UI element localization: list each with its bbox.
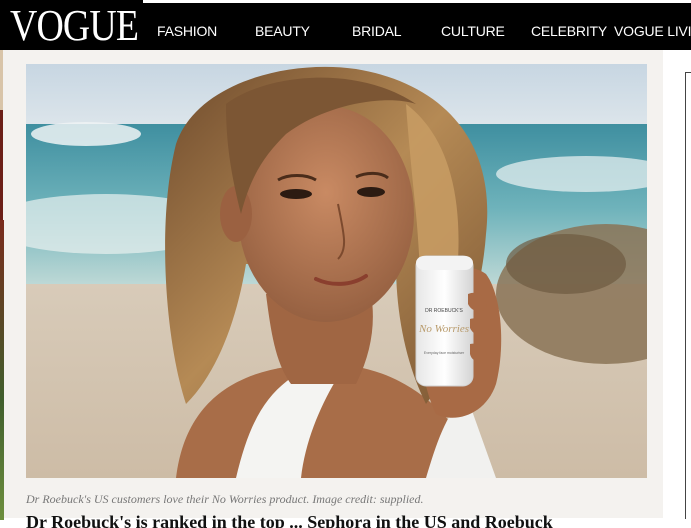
hero-photo-illustration: DR ROEBUCK'S No Worries Everyday face mo… [26, 64, 647, 478]
product-subtext: Everyday face moisturiser [424, 351, 465, 355]
top-nav-bar: VOGUE FASHION BEAUTY BRIDAL CULTURE CELE… [0, 0, 691, 50]
article-paragraph-partial: Dr Roebuck's is ranked in the top ... Se… [26, 512, 553, 528]
image-caption: Dr Roebuck's US customers love their No … [26, 492, 424, 506]
product-brand-text: DR ROEBUCK'S [425, 308, 463, 314]
sidebar-ad-frame [685, 72, 691, 519]
left-gutter-accent-green [0, 220, 4, 520]
nav-item-culture[interactable]: CULTURE [441, 22, 505, 40]
nav-item-celebrity[interactable]: CELEBRITY [531, 22, 607, 40]
left-gutter [0, 50, 10, 520]
product-name-text: No Worries [418, 323, 469, 335]
nav-item-beauty[interactable]: BEAUTY [255, 22, 310, 40]
left-gutter-accent-red [0, 110, 3, 220]
nav-item-vogue-living[interactable]: VOGUE LIVIN [614, 22, 691, 40]
article-body: DR ROEBUCK'S No Worries Everyday face mo… [10, 50, 663, 528]
right-sidebar [663, 50, 691, 519]
nav-menu: FASHION BEAUTY BRIDAL CULTURE CELEBRITY … [0, 0, 691, 50]
nav-item-fashion[interactable]: FASHION [157, 22, 217, 40]
left-gutter-accent-top [0, 50, 3, 110]
nav-item-bridal[interactable]: BRIDAL [352, 22, 402, 40]
article-hero-image: DR ROEBUCK'S No Worries Everyday face mo… [26, 64, 647, 478]
top-edge-strip [143, 0, 691, 3]
